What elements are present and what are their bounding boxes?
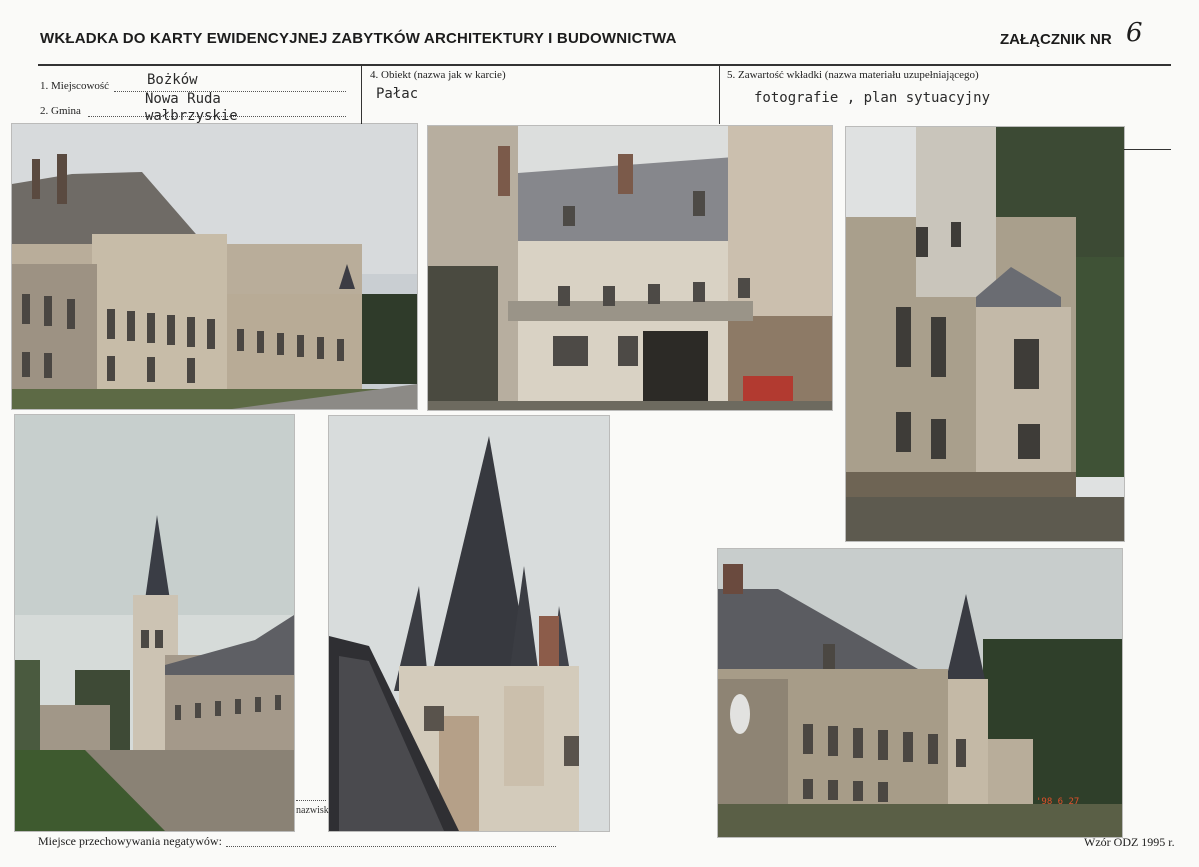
photo-icon: [12, 124, 417, 409]
surname-fragment: nazwisk: [296, 805, 329, 816]
photo-palace-spire-closeup: [329, 416, 609, 831]
record-sheet: WKŁADKA DO KARTY EWIDENCYJNEJ ZABYTKÓW A…: [0, 0, 1199, 867]
right-rule-stub: [1120, 149, 1171, 150]
photo-icon: [15, 415, 294, 831]
voivodeship-value: wałbrzyskie: [145, 108, 238, 123]
locality-value: Bożków: [147, 72, 198, 88]
annex-number: 6: [1126, 18, 1143, 48]
contents-value: fotografie , plan sytuacyjny: [754, 90, 991, 106]
locality-label: 1. Miejscowość: [40, 80, 110, 92]
photo-palace-long-facade: [12, 124, 417, 409]
photo-palace-side-wing: [718, 549, 1122, 837]
header-rule: [38, 64, 1171, 66]
photo-palace-courtyard: [428, 126, 832, 410]
annex-label: ZAŁĄCZNIK NR: [1000, 31, 1112, 48]
photo-palace-tower-distant: [15, 415, 294, 831]
photo-icon: [846, 127, 1124, 541]
photo-icon: [329, 416, 609, 831]
negatives-location-label: Miejsce przechowywania negatywów:: [38, 834, 222, 848]
document-title: WKŁADKA DO KARTY EWIDENCYJNEJ ZABYTKÓW A…: [40, 30, 677, 47]
object-value: Pałac: [376, 86, 419, 102]
commune-label: 2. Gmina: [40, 105, 81, 117]
column-divider-1: [361, 66, 362, 124]
photo-palace-corner-tower: [846, 127, 1124, 541]
commune-value: Nowa Ruda: [145, 91, 221, 107]
contents-label: 5. Zawartość wkładki (nazwa materiału uz…: [727, 69, 979, 81]
photo-icon: [428, 126, 832, 410]
negatives-location-dots: [226, 846, 556, 847]
form-model-label: Wzór ODZ 1995 r.: [1084, 835, 1175, 849]
object-label: 4. Obiekt (nazwa jak w karcie): [370, 69, 506, 81]
photo-icon: [718, 549, 1122, 837]
column-divider-2: [719, 66, 720, 124]
photo-date-stamp: '98 6 27: [1036, 797, 1080, 807]
surname-fragment-dots: [296, 800, 326, 801]
